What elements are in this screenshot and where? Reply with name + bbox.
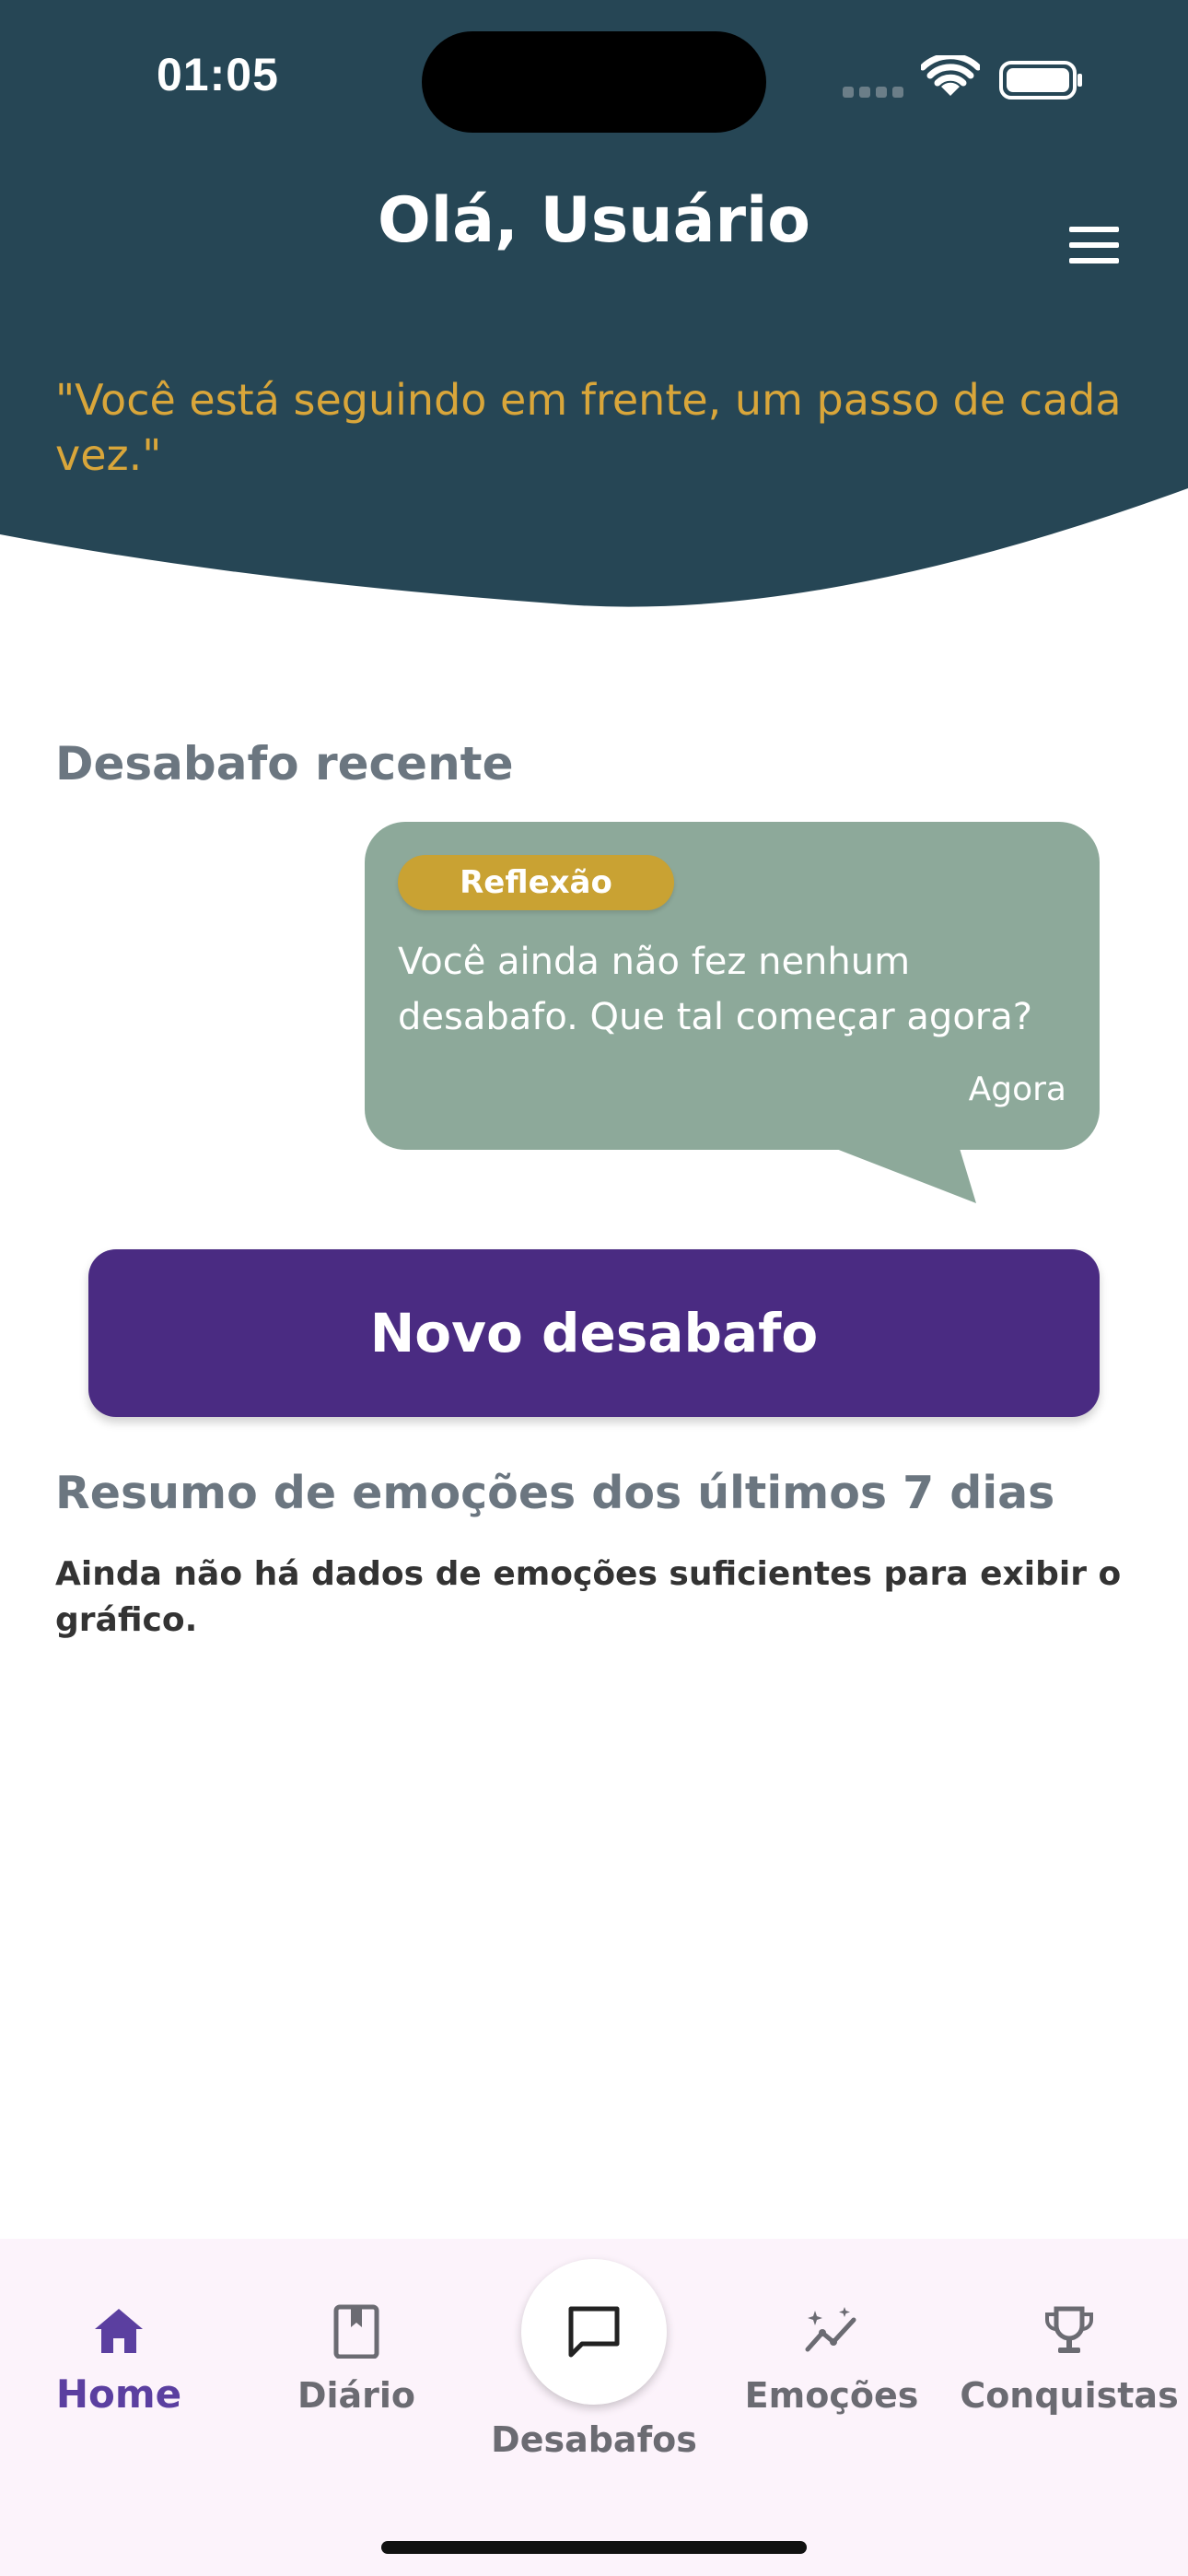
new-vent-button[interactable]: Novo desabafo xyxy=(88,1249,1100,1417)
nav-label-diario: Diário xyxy=(297,2375,416,2416)
nav-label-home: Home xyxy=(55,2371,182,2417)
vent-timestamp: Agora xyxy=(968,1071,1066,1108)
chat-bubble-icon xyxy=(568,2306,620,2358)
trophy-icon xyxy=(1045,2306,1093,2353)
recent-section-title: Desabafo recente xyxy=(55,737,514,790)
hamburger-icon-line xyxy=(1069,227,1119,232)
page-title: Olá, Usuário xyxy=(377,184,811,257)
sparkle-chart-icon xyxy=(805,2307,856,2352)
wifi-icon xyxy=(921,55,980,96)
nav-item-conquistas[interactable]: Conquistas xyxy=(950,2239,1188,2469)
nav-item-home[interactable]: Home xyxy=(0,2239,238,2469)
hamburger-icon-line xyxy=(1069,242,1119,248)
hamburger-icon-line xyxy=(1069,258,1119,263)
emotions-empty-message: Ainda não há dados de emoções suficiente… xyxy=(55,1555,1122,1639)
nav-item-desabafos[interactable] xyxy=(521,2259,667,2405)
menu-button[interactable] xyxy=(1055,216,1133,275)
bubble-tail xyxy=(820,1142,976,1203)
battery-icon xyxy=(999,61,1082,100)
dynamic-island xyxy=(422,31,766,133)
vent-message: Você ainda não fez nenhum desabafo. Que … xyxy=(398,941,1032,1038)
nav-item-emocoes[interactable]: Emoções xyxy=(713,2239,950,2469)
nav-item-diario[interactable]: Diário xyxy=(238,2239,475,2469)
bottom-navigation: Home Diário Desabafos Emoções Conquistas xyxy=(0,2239,1188,2576)
motivational-quote: "Você está seguindo em frente, um passo … xyxy=(55,375,1122,480)
recent-vent-card[interactable]: Reflexão Você ainda não fez nenhum desab… xyxy=(365,822,1100,1150)
category-tag: Reflexão xyxy=(398,855,674,910)
status-time: 01:05 xyxy=(157,49,279,100)
nav-label-conquistas: Conquistas xyxy=(960,2375,1179,2416)
book-icon xyxy=(333,2304,379,2359)
home-icon xyxy=(95,2309,143,2353)
nav-label-desabafos: Desabafos xyxy=(491,2419,697,2460)
cellular-signal-icon xyxy=(843,87,903,98)
nav-label-emocoes: Emoções xyxy=(744,2375,919,2416)
emotions-summary-title: Resumo de emoções dos últimos 7 dias xyxy=(55,1467,1055,1519)
home-indicator xyxy=(381,2541,807,2554)
